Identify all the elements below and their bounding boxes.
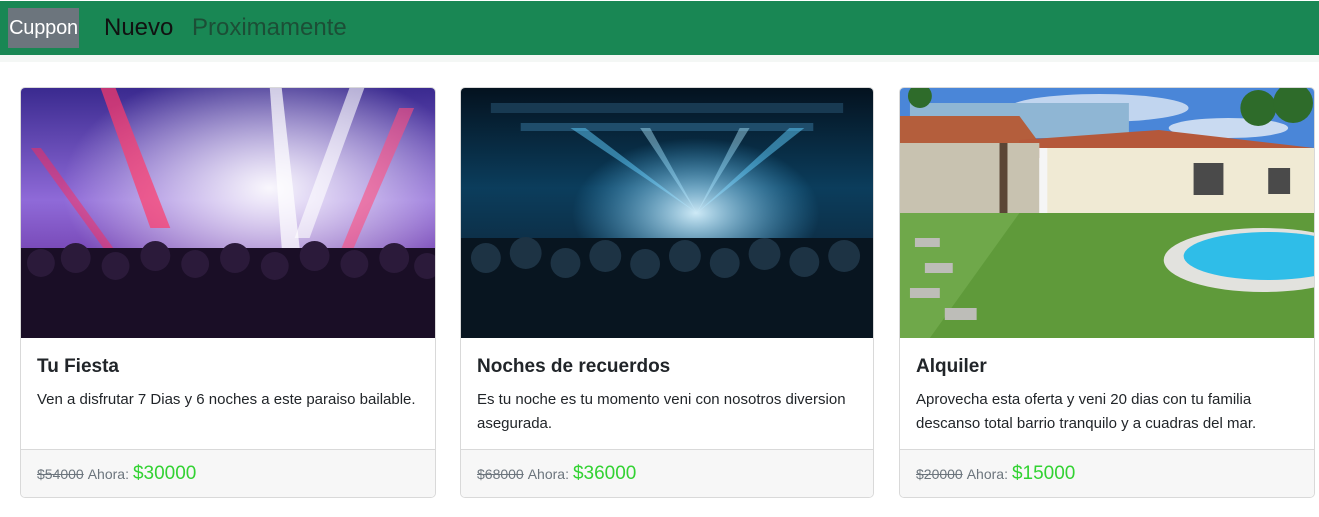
new-price: $36000 — [572, 462, 637, 484]
old-price: $68000 — [477, 465, 524, 482]
card-description: Aprovecha esta oferta y veni 20 dias con… — [916, 391, 1257, 432]
house-with-pool-image — [900, 88, 1314, 338]
navbar-shadow-strip — [0, 55, 1319, 62]
card-body: Alquiler Aprovecha esta oferta y veni 20… — [916, 354, 1298, 436]
card-description: Es tu noche es tu momento veni con nosot… — [477, 391, 846, 432]
offer-card-tu-fiesta[interactable]: Tu Fiesta Ven a disfrutar 7 Dias y 6 noc… — [20, 87, 436, 498]
party-crowd-image — [21, 88, 435, 338]
top-navbar: Cuppon Nuevo Proximamente — [0, 1, 1319, 55]
old-price: $54000 — [37, 465, 84, 482]
card-footer: $54000 Ahora: $30000 — [21, 449, 435, 497]
nav-link-nuevo[interactable]: Nuevo — [104, 13, 173, 43]
nav-link-proximamente[interactable]: Proximamente — [192, 13, 347, 43]
card-title: Alquiler — [916, 356, 987, 377]
old-price: $20000 — [916, 465, 963, 482]
card-footer: $20000 Ahora: $15000 — [900, 449, 1314, 497]
now-label: Ahora: — [966, 465, 1008, 482]
nightclub-dj-image — [461, 88, 873, 338]
now-label: Ahora: — [87, 465, 129, 482]
new-price: $30000 — [132, 462, 197, 484]
offer-card-noches-de-recuerdos[interactable]: Noches de recuerdos Es tu noche es tu mo… — [460, 87, 874, 498]
card-title: Noches de recuerdos — [477, 356, 671, 377]
card-footer: $68000 Ahora: $36000 — [461, 449, 873, 497]
card-description: Ven a disfrutar 7 Dias y 6 noches a este… — [37, 391, 416, 408]
card-title: Tu Fiesta — [37, 356, 119, 377]
now-label: Ahora: — [527, 465, 569, 482]
card-body: Tu Fiesta Ven a disfrutar 7 Dias y 6 noc… — [37, 354, 419, 412]
card-body: Noches de recuerdos Es tu noche es tu mo… — [477, 354, 857, 436]
brand-link[interactable]: Cuppon — [8, 8, 79, 48]
new-price: $15000 — [1011, 462, 1076, 484]
offer-card-alquiler[interactable]: Alquiler Aprovecha esta oferta y veni 20… — [899, 87, 1315, 498]
